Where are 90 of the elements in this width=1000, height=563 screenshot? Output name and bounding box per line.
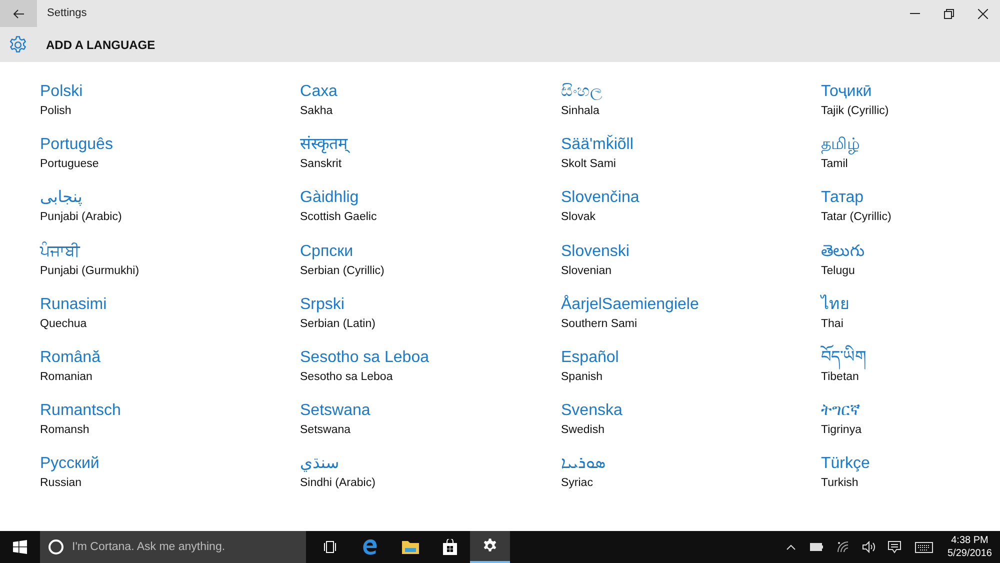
page-title: ADD A LANGUAGE	[46, 36, 156, 54]
language-name[interactable]: Српски	[300, 242, 354, 262]
language-english-name: Tamil	[821, 157, 848, 172]
language-name[interactable]: Srpski	[300, 294, 344, 315]
language-english-name: Telugu	[821, 264, 855, 279]
cortana-circle-icon	[48, 539, 64, 555]
language-english-name: Romansh	[40, 423, 90, 438]
language-english-name: Setswana	[300, 423, 351, 438]
clock[interactable]: 4:38 PM 5/29/2016	[940, 531, 1000, 563]
language-english-name: Tigrinya	[821, 423, 862, 438]
language-name[interactable]: Саха	[300, 82, 338, 102]
chevron-up-icon[interactable]	[786, 544, 796, 550]
language-name[interactable]: සිංහල	[561, 82, 602, 102]
language-name[interactable]: ܣܘܪܝܝܐ	[561, 454, 606, 474]
language-name[interactable]: Setswana	[300, 401, 370, 422]
language-english-name: Sinhala	[561, 104, 600, 119]
language-name[interactable]: Rumantsch	[40, 401, 121, 422]
back-button[interactable]	[0, 0, 37, 27]
language-english-name: Serbian (Latin)	[300, 316, 376, 332]
wifi-icon[interactable]	[836, 541, 848, 553]
task-view-icon	[322, 541, 338, 553]
shopping-bag-icon	[443, 539, 457, 555]
language-name[interactable]: བོད་ཡིག	[821, 348, 866, 368]
language-name[interactable]: سنڌي	[300, 454, 340, 474]
language-name[interactable]: Slovenski	[561, 242, 630, 262]
language-english-name: Portuguese	[40, 157, 99, 172]
language-name[interactable]: ไทย	[821, 294, 849, 315]
language-name[interactable]: پنجابی	[40, 188, 82, 208]
settings-icon	[482, 538, 498, 554]
language-english-name: Tibetan	[821, 370, 859, 385]
language-name[interactable]: Slovenčina	[561, 188, 640, 208]
language-name[interactable]: ትግርኛ	[821, 401, 860, 422]
language-name[interactable]: Español	[561, 348, 619, 368]
language-english-name: Spanish	[561, 370, 603, 385]
language-name[interactable]: संस्कृतम्	[300, 135, 348, 156]
language-english-name: Russian	[40, 476, 82, 492]
language-english-name: Slovenian	[561, 264, 612, 279]
language-name[interactable]: Svenska	[561, 401, 622, 422]
language-name[interactable]: Türkçe	[821, 454, 870, 474]
folder-icon	[402, 540, 418, 554]
notification-icon[interactable]	[888, 540, 901, 554]
language-name[interactable]: Português	[40, 135, 113, 156]
cortana-search-field[interactable]: I'm Cortana. Ask me anything.	[40, 531, 306, 563]
settings-icon	[8, 34, 28, 54]
language-english-name: Turkish	[821, 476, 858, 492]
language-english-name: Thai	[821, 316, 844, 332]
language-english-name: Tatar (Cyrillic)	[821, 210, 892, 226]
keyboard-icon[interactable]	[914, 542, 932, 552]
browser-e-icon	[362, 539, 378, 555]
language-name[interactable]: Sääʹmǩiõll	[561, 135, 634, 156]
language-name[interactable]: Runasimi	[40, 294, 107, 315]
clock-time: 4:38 PM	[950, 534, 990, 547]
language-name[interactable]: Тоҷикӣ	[821, 82, 872, 102]
speaker-icon[interactable]	[862, 541, 876, 553]
language-english-name: Punjabi (Gurmukhi)	[40, 264, 140, 279]
language-name[interactable]: Sesotho sa Leboa	[300, 348, 429, 368]
language-english-name: Sakha	[300, 104, 333, 119]
language-english-name: Southern Sami	[561, 316, 638, 332]
language-name[interactable]: Polski	[40, 82, 83, 102]
language-name[interactable]: ÅarjelSaemiengiele	[561, 294, 699, 315]
minimize-icon	[910, 13, 920, 14]
language-english-name: Sindhi (Arabic)	[300, 476, 376, 492]
language-english-name: Skolt Sami	[561, 157, 616, 172]
taskbar-app-button[interactable]	[470, 531, 510, 563]
language-name[interactable]: Gàidhlig	[300, 188, 359, 208]
window-title: Settings	[47, 6, 87, 22]
clock-date: 5/29/2016	[948, 547, 992, 560]
close-icon	[978, 8, 988, 18]
battery-icon[interactable]	[810, 543, 823, 551]
language-english-name: Scottish Gaelic	[300, 210, 377, 226]
language-name[interactable]: తెలుగు	[821, 242, 865, 262]
restore-icon	[944, 8, 954, 18]
language-name[interactable]: தமிழ்	[821, 135, 860, 156]
language-english-name: Punjabi (Arabic)	[40, 210, 122, 226]
language-english-name: Slovak	[561, 210, 596, 226]
language-name[interactable]: Татар	[821, 188, 864, 208]
language-english-name: Serbian (Cyrillic)	[300, 264, 384, 279]
language-english-name: Swedish	[561, 423, 604, 438]
language-english-name: Romanian	[40, 370, 92, 385]
language-name[interactable]: ਪੰਜਾਬੀ	[40, 242, 80, 262]
language-english-name: Polish	[40, 104, 72, 119]
language-english-name: Tajik (Cyrillic)	[821, 104, 889, 119]
windows-logo-icon	[13, 540, 27, 554]
back-arrow-icon	[12, 8, 24, 18]
language-english-name: Sanskrit	[300, 157, 342, 172]
language-english-name: Sesotho sa Leboa	[300, 370, 393, 385]
language-name[interactable]: Română	[40, 348, 100, 368]
language-name[interactable]: Русский	[40, 454, 100, 474]
language-english-name: Quechua	[40, 316, 87, 332]
language-english-name: Syriac	[561, 476, 593, 492]
